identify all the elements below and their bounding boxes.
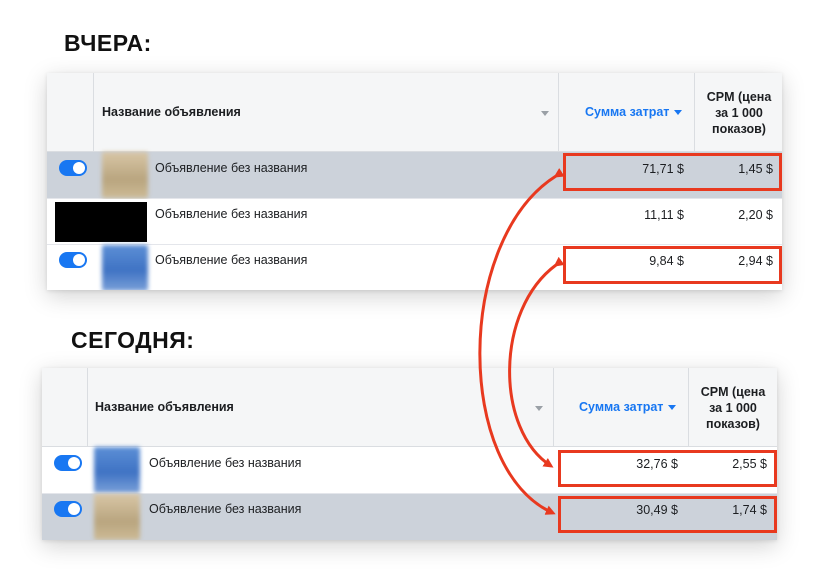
sort-caret-icon[interactable] bbox=[541, 111, 549, 116]
ad-name-column-header[interactable]: Название объявления bbox=[95, 400, 234, 414]
ad-status-toggle[interactable] bbox=[59, 160, 87, 176]
spend-column-header[interactable]: Сумма затрат bbox=[579, 400, 677, 414]
ad-status-toggle[interactable] bbox=[59, 252, 87, 268]
sort-desc-icon bbox=[674, 110, 683, 116]
ad-name[interactable]: Объявление без названия bbox=[149, 456, 301, 470]
ad-thumbnail bbox=[94, 494, 140, 540]
cpm-column-header[interactable]: CPM (цена за 1 000 показов) bbox=[700, 89, 778, 137]
highlight-box bbox=[558, 450, 777, 487]
ad-name[interactable]: Объявление без названия bbox=[149, 502, 301, 516]
ad-thumbnail bbox=[94, 447, 140, 493]
spend-value: 11,11 $ bbox=[644, 208, 684, 222]
yesterday-heading: ВЧЕРА: bbox=[64, 30, 152, 56]
today-heading: СЕГОДНЯ: bbox=[71, 327, 195, 353]
highlight-box bbox=[563, 153, 782, 191]
cpm-column-header[interactable]: CPM (цена за 1 000 показов) bbox=[694, 384, 772, 432]
highlight-box bbox=[558, 496, 777, 533]
ad-status-toggle[interactable] bbox=[54, 501, 82, 517]
sort-desc-icon bbox=[668, 405, 677, 411]
ad-name-column-header[interactable]: Название объявления bbox=[102, 105, 241, 119]
ad-name[interactable]: Объявление без названия bbox=[155, 207, 307, 221]
cpm-value: 2,20 $ bbox=[738, 208, 773, 222]
spend-column-header[interactable]: Сумма затрат bbox=[585, 105, 683, 119]
redacted-thumbnail bbox=[55, 202, 147, 242]
spend-column-label: Сумма затрат bbox=[585, 105, 670, 119]
ad-thumbnail bbox=[102, 152, 148, 198]
table-row[interactable]: Объявление без названия 11,11 $ 2,20 $ bbox=[47, 199, 782, 245]
highlight-box bbox=[563, 246, 782, 284]
ad-name[interactable]: Объявление без названия bbox=[155, 253, 307, 267]
ad-status-toggle[interactable] bbox=[54, 455, 82, 471]
spend-column-label: Сумма затрат bbox=[579, 400, 664, 414]
ad-name[interactable]: Объявление без названия bbox=[155, 161, 307, 175]
sort-caret-icon[interactable] bbox=[535, 406, 543, 411]
ad-thumbnail bbox=[102, 245, 148, 290]
